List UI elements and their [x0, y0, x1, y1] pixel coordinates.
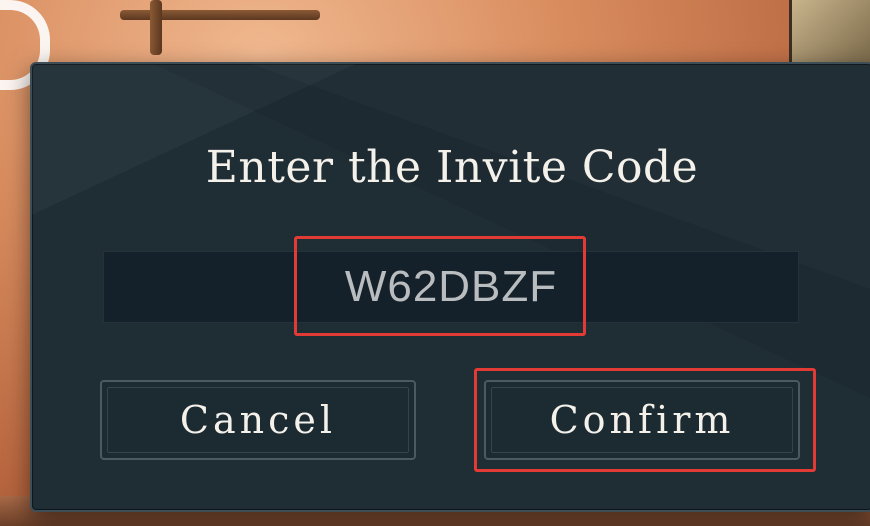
- cancel-button-label: Cancel: [179, 398, 337, 442]
- invite-code-field[interactable]: [103, 251, 799, 323]
- invite-code-dialog: Enter the Invite Code Cancel Confirm: [30, 62, 870, 512]
- confirm-button-label: Confirm: [549, 398, 735, 442]
- background-wood-post: [150, 0, 162, 55]
- confirm-button[interactable]: Confirm: [484, 380, 800, 460]
- dialog-title: Enter the Invite Code: [205, 142, 699, 193]
- background-side-panel: [789, 0, 870, 62]
- invite-code-input[interactable]: [104, 252, 798, 322]
- cancel-button[interactable]: Cancel: [100, 380, 416, 460]
